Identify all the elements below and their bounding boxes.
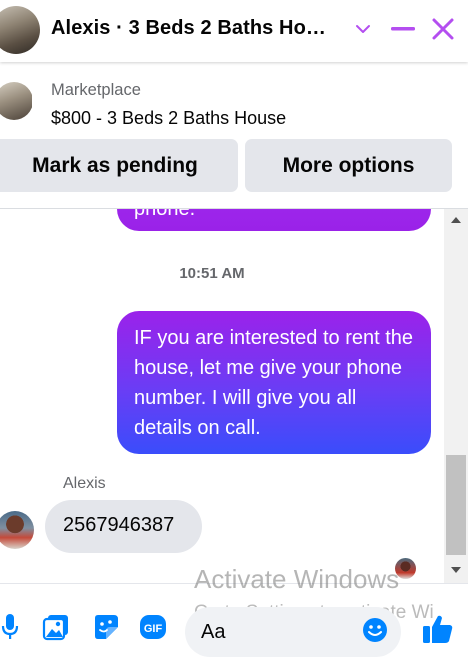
minimize-icon[interactable] xyxy=(388,14,418,44)
marketplace-listing[interactable]: Marketplace $800 - 3 Beds 2 Baths House xyxy=(0,70,468,142)
listing-thumbnail xyxy=(0,82,32,120)
scroll-up-arrow-icon[interactable] xyxy=(444,209,468,231)
chat-header: Alexis · 3 Beds 2 Baths Ho… xyxy=(0,0,468,62)
microphone-icon[interactable] xyxy=(0,612,24,642)
gif-icon[interactable]: GIF xyxy=(139,612,167,642)
emoji-icon[interactable] xyxy=(362,617,388,643)
photo-icon[interactable] xyxy=(42,612,70,642)
scroll-down-arrow-icon[interactable] xyxy=(444,559,468,581)
message-thread[interactable]: phone. 10:51 AM IF you are interested to… xyxy=(0,209,444,583)
thumbs-up-icon[interactable] xyxy=(421,612,455,646)
activate-windows-watermark: Activate Windows xyxy=(194,564,400,594)
outgoing-message: IF you are interested to rent the house,… xyxy=(117,311,431,454)
message-input-placeholder: Aa xyxy=(201,621,226,643)
message-timestamp: 10:51 AM xyxy=(179,265,245,282)
chat-title[interactable]: Alexis · 3 Beds 2 Baths Ho… xyxy=(51,17,341,40)
sender-avatar[interactable] xyxy=(0,511,34,549)
close-icon[interactable] xyxy=(428,14,458,44)
svg-text:GIF: GIF xyxy=(144,623,163,635)
thread-scrollbar[interactable] xyxy=(444,209,468,583)
chat-avatar[interactable] xyxy=(0,6,40,54)
scrollbar-thumb[interactable] xyxy=(446,455,466,555)
chevron-down-icon[interactable] xyxy=(348,14,378,44)
incoming-message: 2567946387 xyxy=(45,500,202,553)
listing-title: $800 - 3 Beds 2 Baths House xyxy=(51,108,287,128)
more-options-button[interactable]: More options xyxy=(245,139,452,192)
sender-name: Alexis xyxy=(63,475,106,492)
sticker-icon[interactable] xyxy=(92,612,120,642)
outgoing-message-partial: phone. xyxy=(117,209,431,231)
mark-as-pending-button[interactable]: Mark as pending xyxy=(0,139,238,192)
listing-source-label: Marketplace xyxy=(51,81,141,99)
message-text: phone. xyxy=(134,209,196,220)
